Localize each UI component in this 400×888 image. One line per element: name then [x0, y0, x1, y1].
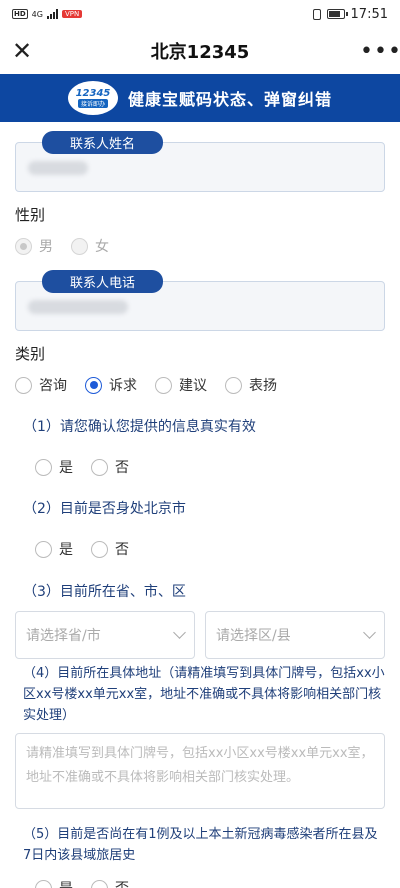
status-right: 17:51 [312, 6, 388, 22]
option-label: 否 [115, 878, 129, 888]
category-options: 咨询 诉求 建议 表扬 [15, 375, 295, 395]
network-type: 4G [31, 9, 43, 19]
logo-number: 12345 [75, 88, 111, 99]
chevron-down-icon [363, 626, 376, 639]
radio-icon [35, 540, 52, 558]
gender-option-female[interactable]: 女 [71, 236, 109, 256]
logo-caption: 接诉即办 [77, 99, 108, 108]
province-select[interactable]: 请选择省/市 [15, 611, 195, 659]
category-option-label: 诉求 [109, 378, 137, 394]
question-5-options: 是 否 [15, 878, 147, 888]
q1-option-no[interactable]: 否 [91, 457, 129, 477]
q5-option-yes[interactable]: 是 [35, 878, 73, 888]
q5-option-no[interactable]: 否 [91, 878, 129, 888]
radio-icon [15, 376, 32, 394]
signal-icon [46, 9, 58, 19]
radio-icon [35, 879, 52, 888]
radio-icon [91, 540, 108, 558]
radio-icon [91, 458, 108, 476]
radio-icon [225, 376, 242, 394]
nav-bar: ✕ 北京12345 ••• [0, 28, 400, 74]
question-4: （4）目前所在具体地址（请精准填写到具体门牌号，包括xx小区xx号楼xx单元xx… [23, 666, 385, 723]
province-placeholder: 请选择省/市 [26, 628, 101, 644]
battery-icon [326, 9, 348, 19]
redacted-value [28, 300, 128, 314]
category-option-label: 建议 [179, 378, 207, 394]
logo-icon: 12345 接诉即办 [67, 81, 118, 115]
category-option-label: 咨询 [39, 378, 67, 394]
question-2: （2）目前是否身处北京市 [23, 501, 186, 517]
district-placeholder: 请选择区/县 [216, 628, 291, 644]
chevron-down-icon [173, 626, 186, 639]
category-option-suggest[interactable]: 建议 [155, 375, 207, 395]
radio-icon [15, 237, 32, 255]
question-1: （1）请您确认您提供的信息真实有效 [23, 419, 256, 435]
radio-icon [35, 458, 52, 476]
question-2-options: 是 否 [15, 539, 147, 559]
radio-icon [155, 376, 172, 394]
district-select[interactable]: 请选择区/县 [205, 611, 385, 659]
option-label: 否 [115, 460, 129, 476]
q2-option-no[interactable]: 否 [91, 539, 129, 559]
category-option-appeal[interactable]: 诉求 [85, 375, 137, 395]
question-1-options: 是 否 [15, 457, 147, 477]
gender-option-label: 女 [95, 239, 109, 255]
contact-name-label: 联系人姓名 [42, 131, 164, 154]
banner-title: 健康宝赋码状态、弹窗纠错 [127, 90, 332, 109]
status-left: HD 4G VPN [12, 9, 83, 19]
more-icon[interactable]: ••• [360, 39, 400, 64]
category-option-praise[interactable]: 表扬 [225, 375, 277, 395]
option-label: 是 [59, 878, 73, 888]
question-3: （3）目前所在省、市、区 [23, 584, 186, 600]
vpn-badge: VPN [61, 10, 83, 18]
q2-option-yes[interactable]: 是 [35, 539, 73, 559]
gender-option-label: 男 [39, 239, 53, 255]
gender-option-male[interactable]: 男 [15, 236, 53, 256]
contact-phone-label: 联系人电话 [42, 270, 164, 293]
page-title: 北京12345 [150, 42, 250, 63]
category-option-label: 表扬 [249, 378, 277, 394]
radio-selected-icon [85, 376, 102, 394]
question-5: （5）目前是否尚在有1例及以上本土新冠病毒感染者所在县及7日内该县域旅居史 [23, 827, 378, 863]
status-time: 17:51 [350, 6, 388, 22]
category-option-consult[interactable]: 咨询 [15, 375, 67, 395]
gender-options: 男 女 [15, 236, 127, 256]
address-textarea[interactable]: 请精准填写到具体门牌号，包括xx小区xx号楼xx单元xx室，地址不准确或不具体将… [15, 733, 385, 809]
q1-option-yes[interactable]: 是 [35, 457, 73, 477]
option-label: 否 [115, 542, 129, 558]
banner: 12345 接诉即办 健康宝赋码状态、弹窗纠错 [0, 74, 400, 122]
radio-icon [71, 237, 88, 255]
hd-icon: HD [12, 9, 28, 19]
radio-icon [91, 879, 108, 888]
gender-label: 性别 [15, 206, 46, 224]
status-bar: HD 4G VPN 17:51 [0, 0, 400, 28]
option-label: 是 [59, 542, 73, 558]
close-icon[interactable]: ✕ [12, 39, 40, 63]
vibrate-icon [312, 8, 321, 20]
redacted-value [28, 161, 88, 175]
region-selects: 请选择省/市 请选择区/县 [15, 611, 385, 659]
category-label: 类别 [15, 345, 46, 363]
option-label: 是 [59, 460, 73, 476]
